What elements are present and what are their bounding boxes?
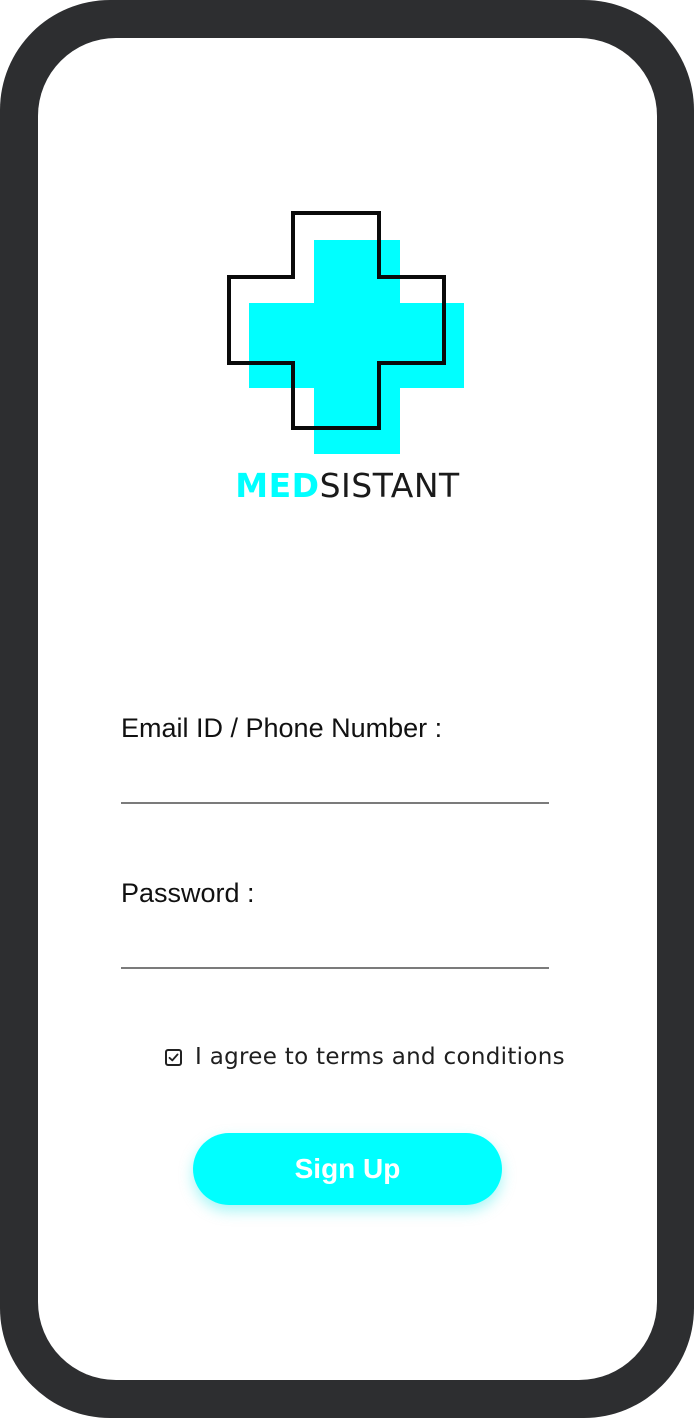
email-label: Email ID / Phone Number : [121, 713, 443, 743]
sign-up-button[interactable]: Sign Up [193, 1133, 502, 1205]
app-screen: MEDSISTANT Email ID / Phone Number : Pas… [38, 38, 657, 1380]
password-field[interactable] [121, 927, 549, 969]
terms-row: I agree to terms and conditions [165, 1040, 565, 1074]
brand-name-light: SISTANT [319, 466, 460, 505]
checkmark-icon [168, 1053, 179, 1061]
logo-cross-fill [249, 240, 464, 454]
brand-name-strong: MED [235, 466, 320, 505]
password-label: Password : [121, 878, 255, 908]
phone-frame: MEDSISTANT Email ID / Phone Number : Pas… [0, 0, 694, 1418]
brand-name: MEDSISTANT [38, 464, 657, 508]
email-field[interactable] [121, 762, 549, 804]
medical-cross-icon [227, 211, 464, 454]
terms-label: I agree to terms and conditions [195, 1044, 565, 1070]
terms-checkbox[interactable] [165, 1048, 182, 1066]
